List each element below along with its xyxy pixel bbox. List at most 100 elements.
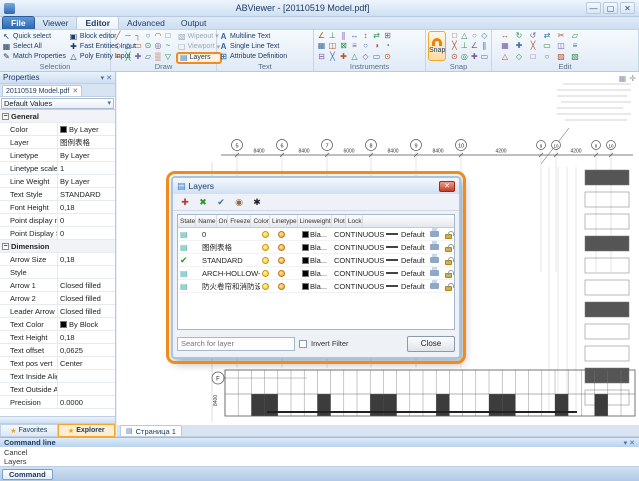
property-value[interactable]: By Block	[58, 320, 115, 329]
snap-tool-icon[interactable]: ∥	[479, 41, 489, 51]
layer-lineweight[interactable]: Default	[401, 243, 425, 252]
property-value[interactable]: STANDARD	[58, 190, 115, 199]
lock-icon[interactable]	[445, 234, 452, 239]
instrument-tool-icon[interactable]: ∥	[338, 31, 349, 41]
property-row[interactable]: − Line Weight By Layer	[0, 175, 115, 188]
layer-lineweight[interactable]: Default	[401, 282, 425, 291]
invert-filter-checkbox[interactable]	[299, 340, 307, 348]
collapse-icon[interactable]: −	[2, 113, 9, 120]
close-document-icon[interactable]: ✕	[72, 87, 78, 95]
edit-tool-icon[interactable]: ○	[540, 52, 554, 62]
draw-tool-icon[interactable]: ~	[163, 41, 173, 51]
draw-tool-icon[interactable]: □	[163, 31, 173, 41]
layer-row[interactable]: ▤ ✔ 0 Bla... CONTINUOUS	[178, 228, 454, 241]
edit-tool-icon[interactable]: □	[526, 52, 540, 62]
property-row[interactable]: − Text Outside Align	[0, 383, 115, 396]
draw-tool-icon[interactable]: ◎	[153, 41, 163, 51]
panel-menu-icon[interactable]: ▾	[101, 74, 105, 82]
property-row[interactable]: − Point Display Size 0	[0, 227, 115, 240]
property-row[interactable]: − Text Inside Align	[0, 370, 115, 383]
plot-icon[interactable]	[430, 257, 439, 263]
layer-linetype[interactable]: CONTINUOUS	[332, 241, 384, 253]
property-row[interactable]: − Style	[0, 266, 115, 279]
edit-tool-icon[interactable]: ↻	[512, 31, 526, 41]
layer-linetype[interactable]: CONTINUOUS	[332, 280, 384, 292]
edit-tool-icon[interactable]: ↺	[526, 31, 540, 41]
property-value[interactable]: By Layer	[58, 151, 115, 160]
property-value[interactable]: 0,18	[58, 255, 115, 264]
layers-dialog-titlebar[interactable]: ▤ Layers ✕	[173, 178, 459, 194]
layer-on-icon[interactable]	[262, 231, 269, 238]
layers-column-header[interactable]: Linetype	[270, 215, 298, 227]
property-row[interactable]: − Layer 图例表格	[0, 136, 115, 149]
layer-color-swatch[interactable]	[302, 257, 309, 264]
instrument-tool-icon[interactable]: ✚	[338, 52, 349, 62]
snap-tool-icon[interactable]: ⊙	[449, 52, 459, 62]
instrument-tool-icon[interactable]: ≡	[349, 41, 360, 51]
layer-color-swatch[interactable]	[302, 270, 309, 277]
snap-tool-icon[interactable]: ⊥	[459, 41, 469, 51]
page-tab[interactable]: ▤ Страница 1	[120, 425, 182, 436]
explorer-tab[interactable]: ★ Explorer	[58, 424, 116, 437]
ribbon-tab[interactable]: File	[2, 16, 35, 29]
property-row[interactable]: − Text offset 0,0625	[0, 344, 115, 357]
property-value[interactable]: Closed filled	[58, 294, 115, 303]
property-value[interactable]: By Layer	[58, 177, 115, 186]
property-row[interactable]: − Color By Layer	[0, 123, 115, 136]
lock-icon[interactable]	[445, 286, 452, 291]
property-row[interactable]: − Leader Arrow Closed filled	[0, 305, 115, 318]
layer-on-icon[interactable]	[262, 283, 269, 290]
instrument-tool-icon[interactable]: ◫	[327, 41, 338, 51]
instrument-tool-icon[interactable]: ◔	[382, 41, 393, 51]
draw-tool-icon[interactable]: △	[123, 41, 133, 51]
instrument-tool-icon[interactable]: ∠	[316, 31, 327, 41]
layer-freeze-icon[interactable]	[278, 270, 285, 277]
text-tool-button[interactable]: ⊞ Attribute Definition	[219, 52, 311, 62]
snap-tool-icon[interactable]: ∠	[469, 41, 479, 51]
property-value[interactable]: 0,0625	[58, 346, 115, 355]
edit-tool-icon[interactable]: ◫	[554, 41, 568, 51]
viewport-button[interactable]: ▢ Viewport ▾	[176, 41, 222, 51]
explorer-tab[interactable]: ★ Favorites	[0, 424, 58, 437]
snap-tool-icon[interactable]: ◎	[459, 52, 469, 62]
lock-icon[interactable]	[445, 260, 452, 265]
instrument-tool-icon[interactable]: ⊠	[338, 41, 349, 51]
property-row[interactable]: − Point display mode 0	[0, 214, 115, 227]
property-row[interactable]: − General	[0, 110, 115, 123]
document-tab[interactable]: 20110519 Model.pdf ✕	[2, 85, 82, 96]
edit-tool-icon[interactable]: ◇	[512, 52, 526, 62]
layer-lineweight[interactable]: Default	[401, 269, 425, 278]
plot-icon[interactable]	[430, 244, 439, 250]
draw-tool-icon[interactable]: ─	[123, 31, 133, 41]
layer-lineweight[interactable]: Default	[401, 256, 425, 265]
layer-color-swatch[interactable]	[302, 231, 309, 238]
layer-freeze-icon[interactable]	[278, 257, 285, 264]
edit-tool-icon[interactable]: ╳	[526, 41, 540, 51]
property-value[interactable]: By Layer	[58, 125, 115, 134]
draw-tool-icon[interactable]: ▒	[153, 52, 163, 62]
property-value[interactable]: 图例表格	[58, 137, 115, 148]
layers-toolbar-button[interactable]: ✔	[214, 196, 228, 209]
property-value[interactable]: 0.0000	[58, 398, 115, 407]
ribbon-tab[interactable]: Viewer	[35, 17, 77, 29]
edit-tool-icon[interactable]: ▭	[540, 41, 554, 51]
dialog-close-button[interactable]: ✕	[439, 181, 455, 192]
edit-tool-icon[interactable]: ≡	[568, 41, 582, 51]
minimize-button[interactable]: —	[586, 2, 601, 14]
edit-tool-icon[interactable]: ▧	[568, 52, 582, 62]
panel-splitter[interactable]	[0, 416, 115, 424]
edit-tool-icon[interactable]: ▦	[498, 41, 512, 51]
property-row[interactable]: − Text Style STANDARD	[0, 188, 115, 201]
layer-freeze-icon[interactable]	[278, 244, 285, 251]
property-row[interactable]: − Arrow 1 Closed filled	[0, 279, 115, 292]
instrument-tool-icon[interactable]: ╳	[327, 52, 338, 62]
draw-tool-icon[interactable]: ◇	[113, 41, 123, 51]
layers-column-header[interactable]: Color	[251, 215, 270, 227]
property-row[interactable]: − Text pos vert Center	[0, 357, 115, 370]
layers-toolbar-button[interactable]: ✖	[196, 196, 210, 209]
plot-icon[interactable]	[430, 231, 439, 237]
layers-toolbar-button[interactable]: ✱	[250, 196, 264, 209]
selection-tool-button[interactable]: ✎ Match Properties	[2, 52, 66, 62]
layer-freeze-icon[interactable]	[278, 283, 285, 290]
draw-tool-icon[interactable]: ╱	[113, 31, 123, 41]
